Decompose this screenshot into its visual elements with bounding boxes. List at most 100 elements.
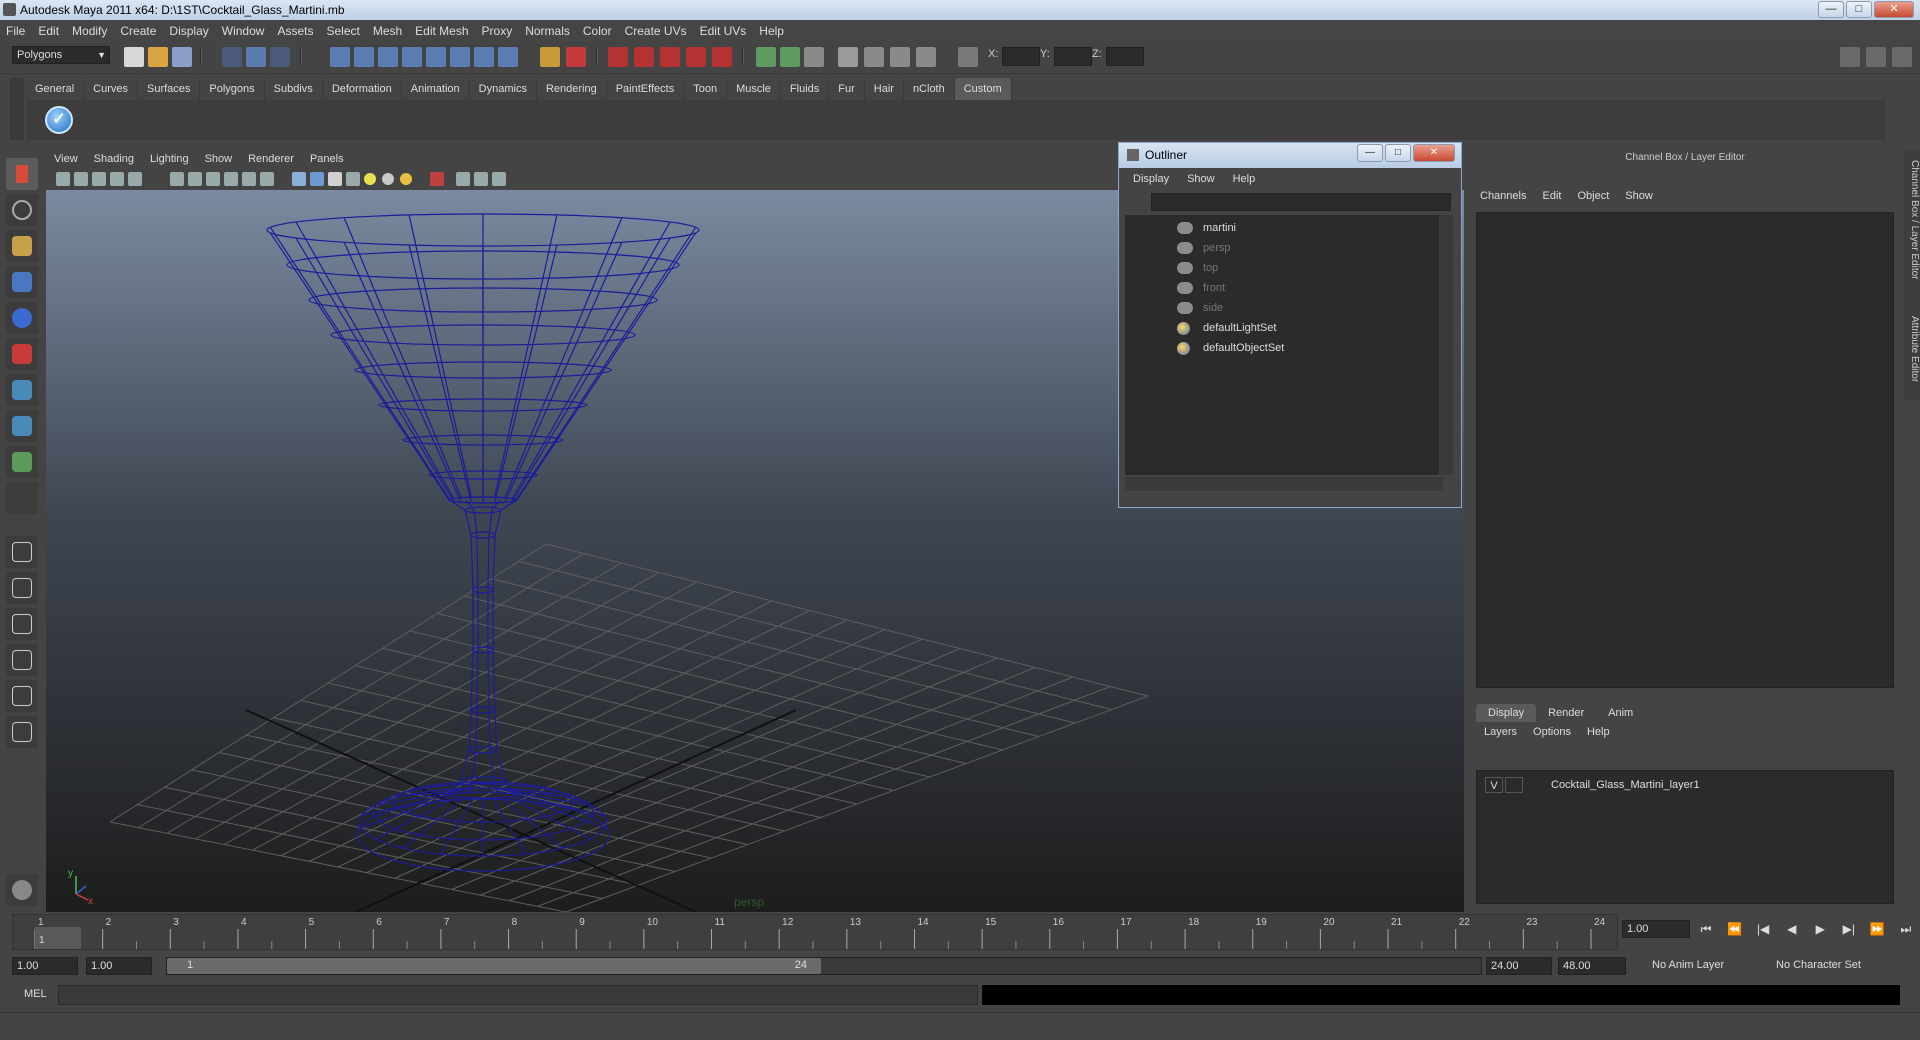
layer-menu-layers[interactable]: Layers — [1484, 726, 1517, 738]
minimize-button[interactable]: — — [1818, 1, 1844, 18]
channel-box-menu-object[interactable]: Object — [1577, 190, 1609, 202]
play-backwards-icon[interactable]: ◀ — [1782, 922, 1802, 938]
layer-tab-render[interactable]: Render — [1536, 704, 1596, 722]
outliner-vertical-scrollbar[interactable] — [1439, 215, 1453, 475]
attribute-editor-toggle-icon[interactable] — [1840, 47, 1860, 67]
menu-file[interactable]: File — [6, 24, 25, 38]
viewport-menu-panels[interactable]: Panels — [310, 153, 344, 165]
outliner-horizontal-scrollbar[interactable] — [1125, 477, 1443, 491]
shelf-tab-ncloth[interactable]: nCloth — [904, 78, 955, 100]
go-to-start-icon[interactable]: ⏮ — [1696, 922, 1716, 938]
snap-surface-icon[interactable] — [426, 47, 446, 67]
y-field[interactable] — [1054, 47, 1092, 66]
menu-normals[interactable]: Normals — [525, 24, 570, 38]
ipr-render-icon[interactable] — [634, 47, 654, 67]
menu-edit-uvs[interactable]: Edit UVs — [700, 24, 747, 38]
step-back-key-icon[interactable]: ⏪ — [1725, 922, 1745, 938]
snap-curve-icon[interactable] — [354, 47, 374, 67]
viewport-menu-show[interactable]: Show — [205, 153, 233, 165]
menu-color[interactable]: Color — [583, 24, 612, 38]
scene-icon[interactable] — [864, 47, 884, 67]
render-current-icon[interactable] — [608, 47, 628, 67]
menu-edit[interactable]: Edit — [38, 24, 59, 38]
select-tool-icon[interactable] — [6, 158, 38, 190]
channel-box-toggle-icon[interactable] — [1892, 47, 1912, 67]
menu-select[interactable]: Select — [326, 24, 359, 38]
outliner-item-side[interactable]: side — [1175, 299, 1223, 317]
shelf-tab-toon[interactable]: Toon — [684, 78, 728, 100]
viewport-menu-shading[interactable]: Shading — [94, 153, 134, 165]
shelf-tab-custom[interactable]: Custom — [954, 78, 1012, 100]
anim-start-field[interactable]: 1.00 — [12, 957, 78, 975]
range-slider[interactable]: 1 24 — [166, 957, 1482, 975]
layer-visibility-toggle[interactable]: V — [1485, 777, 1503, 793]
menu-edit-mesh[interactable]: Edit Mesh — [415, 24, 468, 38]
nodes-icon[interactable] — [916, 47, 936, 67]
mel-label[interactable]: MEL — [24, 988, 47, 1000]
layout-hypershade-icon[interactable] — [6, 680, 38, 712]
layer-tab-display[interactable]: Display — [1476, 704, 1537, 722]
outliner-menu-show[interactable]: Show — [1187, 173, 1215, 185]
tool-settings-toggle-icon[interactable] — [1866, 47, 1886, 67]
rotate-tool-icon[interactable] — [6, 302, 38, 334]
layer-row[interactable]: V Cocktail_Glass_Martini_layer1 — [1485, 777, 1885, 793]
maximize-button[interactable]: □ — [1846, 1, 1872, 18]
input-ops-icon[interactable] — [540, 47, 560, 67]
step-back-frame-icon[interactable]: |◀ — [1753, 922, 1773, 938]
outliner-menu-display[interactable]: Display — [1133, 173, 1169, 185]
layer-type-toggle[interactable] — [1505, 777, 1523, 793]
shelf-menu-handle[interactable] — [10, 78, 24, 140]
snap-grid-icon[interactable] — [330, 47, 350, 67]
shelf-tab-muscle[interactable]: Muscle — [727, 78, 781, 100]
shelf-tab-general[interactable]: General — [26, 78, 85, 100]
outliner-item-martini[interactable]: martini — [1175, 219, 1236, 237]
step-forward-key-icon[interactable]: ⏩ — [1867, 922, 1887, 938]
play-forwards-icon[interactable]: ▶ — [1810, 922, 1830, 938]
menu-display[interactable]: Display — [169, 24, 208, 38]
layout-icon[interactable] — [756, 47, 776, 67]
viewport-menu-lighting[interactable]: Lighting — [150, 153, 189, 165]
side-tab-channel-box[interactable]: Channel Box / Layer Editor — [1904, 160, 1920, 280]
layout-outliner-icon[interactable] — [6, 608, 38, 640]
shelf-tab-painteffects[interactable]: PaintEffects — [607, 78, 685, 100]
outliner-item-persp[interactable]: persp — [1175, 239, 1231, 257]
outliner-item-front[interactable]: front — [1175, 279, 1225, 297]
step-forward-frame-icon[interactable]: ▶| — [1839, 922, 1859, 938]
new-scene-icon[interactable] — [124, 47, 144, 67]
shelf-tab-surfaces[interactable]: Surfaces — [138, 78, 201, 100]
shelf-tab-deformation[interactable]: Deformation — [323, 78, 402, 100]
channel-box-menu-show[interactable]: Show — [1625, 190, 1653, 202]
outliner-maximize-button[interactable]: □ — [1385, 144, 1411, 162]
transform-input-icon[interactable] — [958, 47, 978, 67]
layout-dope-icon[interactable] — [6, 716, 38, 748]
outliner-title-bar[interactable]: Outliner — □ ✕ — [1119, 143, 1461, 168]
anim-layer-dropdown[interactable]: No Anim Layer — [1648, 957, 1758, 975]
menu-window[interactable]: Window — [222, 24, 265, 38]
side-tab-attribute-editor[interactable]: Attribute Editor — [1904, 316, 1920, 382]
show-manipulator-icon[interactable] — [6, 446, 38, 478]
shelf-tab-animation[interactable]: Animation — [402, 78, 470, 100]
panel-icon[interactable] — [780, 47, 800, 67]
snap-view-icon[interactable] — [450, 47, 470, 67]
channel-box-menu-edit[interactable]: Edit — [1542, 190, 1561, 202]
last-tool-icon[interactable] — [6, 482, 38, 514]
outliner-menu-help[interactable]: Help — [1233, 173, 1256, 185]
history-icon[interactable] — [474, 47, 494, 67]
snap-plane-icon[interactable] — [402, 47, 422, 67]
shelf-tab-hair[interactable]: Hair — [865, 78, 904, 100]
x-field[interactable] — [1002, 47, 1040, 66]
flip-icon[interactable] — [6, 874, 38, 906]
menu-set-dropdown[interactable]: Polygons ▼ — [12, 46, 110, 64]
menu-assets[interactable]: Assets — [277, 24, 313, 38]
open-scene-icon[interactable] — [148, 47, 168, 67]
shelf-tab-dynamics[interactable]: Dynamics — [470, 78, 537, 100]
shelf-tab-fur[interactable]: Fur — [829, 78, 865, 100]
outliner-item-top[interactable]: top — [1175, 259, 1218, 277]
viewport-menu-renderer[interactable]: Renderer — [248, 153, 294, 165]
playback-end-field[interactable]: 24.00 — [1486, 957, 1552, 975]
viewport-icon-strip[interactable] — [46, 168, 586, 190]
universal-manipulator-icon[interactable] — [6, 374, 38, 406]
lasso-tool-icon[interactable] — [6, 194, 38, 226]
menu-create-uvs[interactable]: Create UVs — [625, 24, 687, 38]
outliner-filter-input[interactable] — [1151, 193, 1451, 211]
